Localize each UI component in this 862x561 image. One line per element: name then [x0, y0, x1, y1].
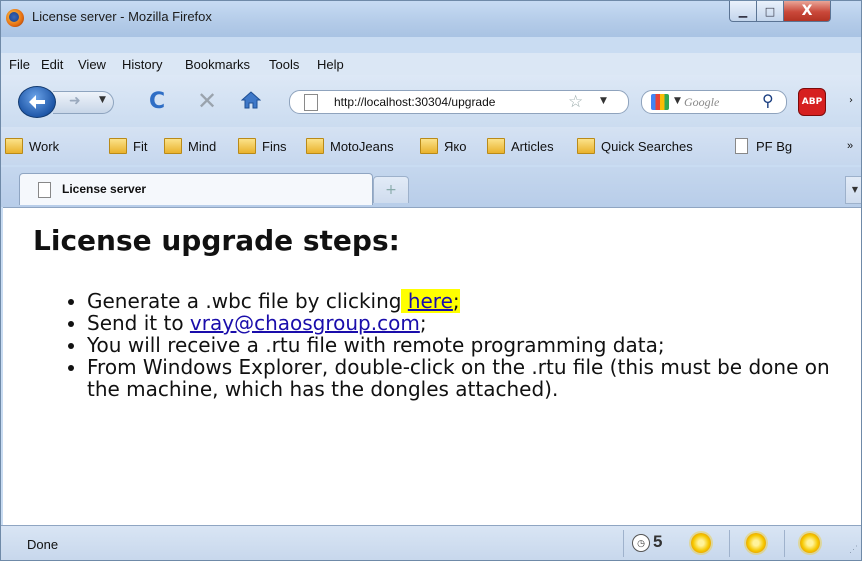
here-link[interactable]: here	[408, 289, 453, 313]
folder-icon	[306, 138, 324, 154]
navigation-toolbar: ➜ ▼ C ✕ http://localhost:30304/upgrade ☆…	[1, 75, 861, 127]
address-bar[interactable]: http://localhost:30304/upgrade ☆ ▼	[289, 90, 629, 114]
bookmark-label: Fins	[262, 138, 287, 154]
bookmark-label: Articles	[511, 138, 554, 154]
status-separator	[623, 530, 624, 557]
sun-icon[interactable]	[746, 533, 766, 553]
folder-icon	[420, 138, 438, 154]
page-icon	[735, 138, 748, 154]
toolbar-overflow-icon[interactable]: ›	[849, 95, 853, 106]
sun-icon[interactable]	[800, 533, 820, 553]
tab-license-server[interactable]: License server	[19, 173, 373, 205]
bookmark-label: Quick Searches	[601, 138, 693, 154]
folder-icon	[109, 138, 127, 154]
search-engine-dropdown-icon[interactable]: ▼	[674, 96, 681, 106]
status-bar: Done ◷ 5 ⋰	[1, 525, 861, 560]
back-button[interactable]	[18, 86, 56, 118]
stop-icon[interactable]: ✕	[197, 87, 217, 115]
home-icon[interactable]	[241, 90, 261, 110]
menu-history[interactable]: History	[122, 57, 162, 72]
tab-label: License server	[62, 182, 147, 196]
list-item: You will receive a .rtu file with remote…	[87, 334, 861, 356]
bookmark-star-icon[interactable]: ☆	[568, 92, 583, 112]
steps-list: Generate a .wbc file by clicking here; S…	[63, 289, 861, 400]
google-icon[interactable]	[651, 94, 669, 110]
folder-icon	[238, 138, 256, 154]
forward-arrow-icon: ➜	[69, 93, 81, 109]
bookmark-yako[interactable]: Яко	[420, 138, 466, 154]
sun-icon[interactable]	[691, 533, 711, 553]
maximize-button[interactable]: □	[756, 1, 784, 22]
step-punctuation: ;	[419, 311, 427, 335]
bookmark-label: PF Bg	[756, 138, 793, 154]
step-text: Send it to	[87, 311, 184, 335]
minimize-button[interactable]: ▁	[729, 1, 757, 22]
list-item: From Windows Explorer, double-click on t…	[87, 356, 861, 400]
tab-strip: License server + ▼	[1, 167, 861, 207]
adblock-plus-button[interactable]: ABP	[798, 88, 826, 116]
menu-tools[interactable]: Tools	[269, 57, 299, 72]
step-punctuation: ;	[452, 289, 460, 313]
status-separator	[729, 530, 730, 557]
bookmark-label: Work	[29, 138, 60, 154]
reload-icon[interactable]: C	[149, 89, 165, 114]
url-text[interactable]: http://localhost:30304/upgrade	[334, 95, 524, 109]
menu-view[interactable]: View	[78, 57, 106, 72]
list-item: Send it to vray@chaosgroup.com;	[87, 311, 861, 335]
status-text: Done	[27, 537, 59, 552]
folder-icon	[487, 138, 505, 154]
bookmark-label: Яко	[444, 138, 467, 154]
firefox-logo-icon	[6, 9, 24, 27]
page-content: License upgrade steps: Generate a .wbc f…	[3, 207, 861, 526]
email-link[interactable]: vray@chaosgroup.com	[190, 311, 420, 335]
bookmark-fit[interactable]: Fit	[109, 138, 147, 154]
url-dropdown-icon[interactable]: ▼	[600, 96, 607, 106]
bookmark-label: MotoJeans	[330, 138, 394, 154]
page-heading: License upgrade steps:	[33, 224, 400, 257]
search-input[interactable]: Google	[684, 95, 719, 110]
status-separator	[784, 530, 785, 557]
browser-window: License server - Mozilla Firefox ▁ □ X F…	[0, 0, 862, 561]
menu-bar: File Edit View History Bookmarks Tools H…	[1, 53, 861, 75]
folder-icon	[164, 138, 182, 154]
forward-button[interactable]: ➜ ▼	[53, 91, 114, 114]
window-title: License server - Mozilla Firefox	[32, 9, 212, 24]
folder-icon	[5, 138, 23, 154]
search-icon[interactable]: ⚲	[762, 91, 774, 110]
bookmarks-overflow-icon[interactable]: »	[847, 140, 853, 152]
new-tab-button[interactable]: +	[373, 176, 409, 203]
bookmark-quick-searches[interactable]: Quick Searches	[577, 138, 693, 154]
bookmark-motojeans[interactable]: MotoJeans	[306, 138, 394, 154]
list-item: Generate a .wbc file by clicking here;	[87, 289, 861, 313]
page-icon	[304, 94, 318, 111]
bookmark-articles[interactable]: Articles	[487, 138, 554, 154]
tab-list-button[interactable]: ▼	[845, 176, 861, 204]
resize-grip-icon[interactable]: ⋰	[849, 544, 858, 555]
bookmark-work[interactable]: Work	[5, 138, 59, 154]
bookmark-pf-bg[interactable]: PF Bg	[735, 138, 792, 154]
bookmark-label: Fit	[133, 138, 148, 154]
page-icon	[38, 182, 51, 198]
clock-icon[interactable]: ◷	[632, 534, 650, 552]
bookmark-label: Mind	[188, 138, 217, 154]
search-bar[interactable]: ▼ Google ⚲	[641, 90, 787, 114]
menu-help[interactable]: Help	[317, 57, 344, 72]
folder-icon	[577, 138, 595, 154]
status-count: 5	[653, 532, 663, 551]
history-dropdown-icon[interactable]: ▼	[99, 95, 106, 105]
bookmark-mind[interactable]: Mind	[164, 138, 216, 154]
close-button[interactable]: X	[783, 1, 831, 22]
step-text: Generate a .wbc file by clicking	[87, 289, 402, 313]
highlight: here;	[401, 289, 460, 313]
menu-edit[interactable]: Edit	[41, 57, 63, 72]
menu-bookmarks[interactable]: Bookmarks	[185, 57, 250, 72]
title-bar: License server - Mozilla Firefox ▁ □ X	[1, 1, 861, 37]
menu-file[interactable]: File	[9, 57, 30, 72]
back-arrow-icon	[29, 95, 45, 109]
bookmarks-toolbar: Work Fit Mind Fins MotoJeans Яко Article…	[1, 127, 861, 165]
bookmark-fins[interactable]: Fins	[238, 138, 287, 154]
